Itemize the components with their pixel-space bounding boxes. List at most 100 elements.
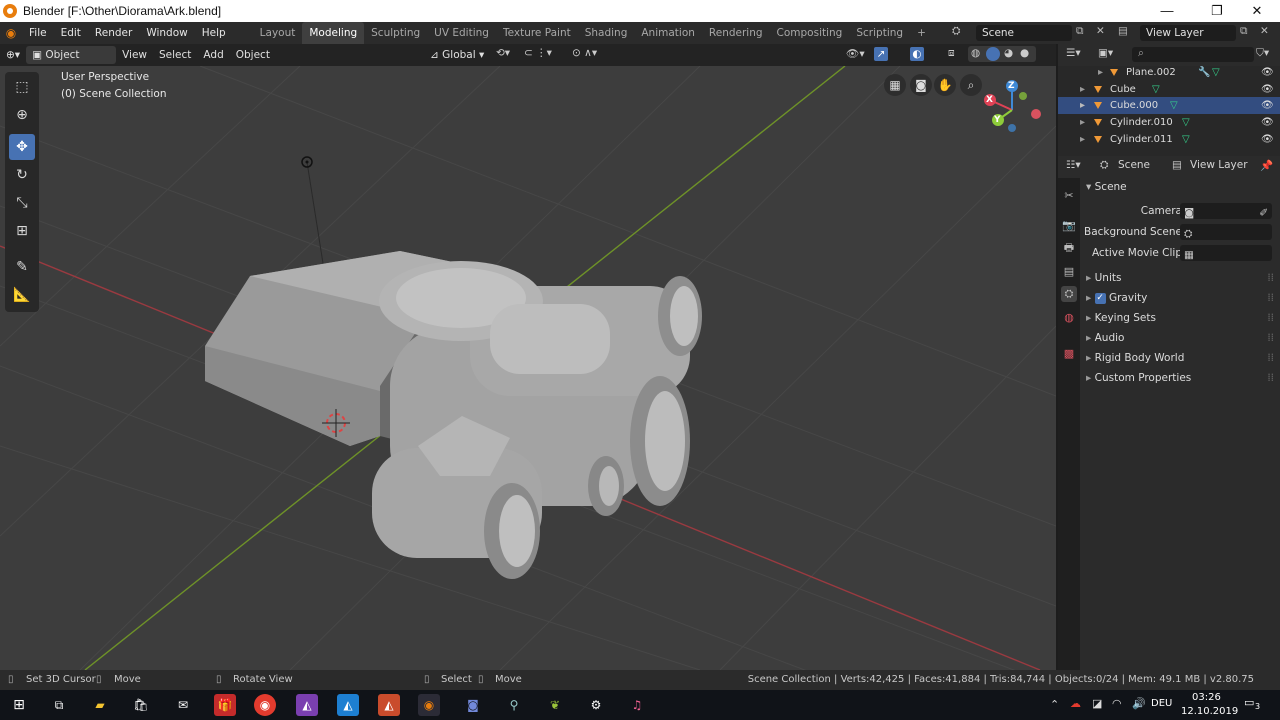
perspective-toggle-icon[interactable]: ▦ xyxy=(884,74,906,96)
volume-icon[interactable]: 🔊 xyxy=(1132,697,1146,710)
outliner-row-selected[interactable]: ▸ Cube.000 ▽ 👁 xyxy=(1058,97,1280,114)
tab-rendering[interactable]: Rendering xyxy=(702,22,770,44)
proportional-edit-icon[interactable]: ⊙ ∧▾ xyxy=(572,47,597,59)
tab-compositing[interactable]: Compositing xyxy=(770,22,850,44)
view-layer-selector[interactable]: View Layer xyxy=(1140,25,1236,41)
add-workspace-icon[interactable]: + xyxy=(910,22,933,44)
remove-view-layer-icon[interactable]: ✕ xyxy=(1260,25,1269,37)
task-view-icon[interactable]: ⧉ xyxy=(48,694,70,716)
gravity-panel[interactable]: ▸ ✓ Gravity ⁞⁞ xyxy=(1082,288,1278,308)
scene-props-icon[interactable]: ⛭ xyxy=(1061,286,1077,302)
file-explorer-icon[interactable]: ▰ xyxy=(89,694,111,716)
world-props-icon[interactable]: ◍ xyxy=(1061,310,1077,326)
visibility-icon[interactable]: 👁▾ xyxy=(846,47,865,60)
steam-icon[interactable]: ⚙ xyxy=(585,694,607,716)
camera-field[interactable]: ◙ ✐ xyxy=(1180,203,1272,219)
properties-editor-icon[interactable]: ☷▾ xyxy=(1066,159,1081,171)
tab-layout[interactable]: Layout xyxy=(253,22,303,44)
tab-texture-paint[interactable]: Texture Paint xyxy=(496,22,578,44)
view-layer-props-icon[interactable]: ▤ xyxy=(1061,264,1077,280)
gizmo-toggle-icon[interactable]: ↗ xyxy=(874,47,888,61)
eye-icon[interactable]: 👁 xyxy=(1261,131,1274,148)
blender-menu-icon[interactable]: ◉ xyxy=(0,26,22,40)
tab-modeling[interactable]: Modeling xyxy=(302,22,365,44)
input-language[interactable]: DEU xyxy=(1151,698,1172,709)
background-scene-field[interactable]: ⛭ xyxy=(1180,224,1272,240)
select-box-tool-icon[interactable]: ⬚ xyxy=(9,74,35,100)
remove-scene-icon[interactable]: ✕ xyxy=(1096,25,1105,37)
filter-icon[interactable]: ⛉▾ xyxy=(1256,47,1269,60)
audio-panel[interactable]: ▸ Audio ⁞⁞ xyxy=(1082,328,1278,348)
pin-icon[interactable]: 📌 xyxy=(1260,159,1273,172)
editor-type-icon[interactable]: ⊕▾ xyxy=(0,46,26,64)
tray-cloud-icon[interactable]: ☁ xyxy=(1070,697,1081,710)
new-view-layer-icon[interactable]: ⧉ xyxy=(1240,25,1248,38)
outliner-row[interactable]: ▸ Cylinder.010 ▽ 👁 xyxy=(1058,114,1280,131)
wireframe-shading-icon[interactable]: ◍ xyxy=(971,47,980,59)
properties-scene-label[interactable]: Scene xyxy=(1118,159,1150,171)
mode-dropdown[interactable]: ▣ Object Mode ▾ xyxy=(26,46,117,79)
leaf-app-icon[interactable]: ❦ xyxy=(544,694,566,716)
notification-center-icon[interactable]: ▭ xyxy=(1244,696,1254,709)
tab-uv-editing[interactable]: UV Editing xyxy=(427,22,496,44)
eye-icon[interactable]: 👁 xyxy=(1261,114,1274,131)
discord-icon[interactable]: ◙ xyxy=(462,694,484,716)
affinity-publisher-icon[interactable]: ◭ xyxy=(378,694,400,716)
eye-icon[interactable]: 👁 xyxy=(1261,97,1274,114)
scene-selector[interactable]: Scene xyxy=(976,25,1072,41)
tab-scripting[interactable]: Scripting xyxy=(849,22,910,44)
output-tab-icon[interactable]: 🖶 xyxy=(1061,240,1077,256)
tab-shading[interactable]: Shading xyxy=(578,22,635,44)
measure-tool-icon[interactable]: 📐 xyxy=(9,282,35,308)
tab-sculpting[interactable]: Sculpting xyxy=(364,22,427,44)
menu-window[interactable]: Window xyxy=(139,22,194,44)
outliner-search-input[interactable]: ⌕ xyxy=(1132,47,1254,62)
clock-date[interactable]: 12.10.2019 xyxy=(1181,706,1238,717)
outliner-row[interactable]: ▸ Cylinder.011 ▽ 👁 xyxy=(1058,131,1280,148)
gift-app-icon[interactable]: 🎁 xyxy=(214,694,236,716)
texture-props-icon[interactable]: ▩ xyxy=(1061,346,1077,362)
itunes-icon[interactable]: ♫ xyxy=(626,694,648,716)
material-shading-icon[interactable]: ◕ xyxy=(1004,47,1013,59)
tab-animation[interactable]: Animation xyxy=(634,22,702,44)
menu-object[interactable]: Object xyxy=(230,46,276,64)
solid-shading-icon[interactable] xyxy=(986,47,1000,61)
properties-view-layer-label[interactable]: View Layer xyxy=(1190,159,1248,171)
move-tool-icon[interactable]: ✥ xyxy=(9,134,35,160)
windows-start-icon[interactable]: ⊞ xyxy=(8,694,30,716)
rendered-shading-icon[interactable]: ● xyxy=(1020,47,1029,59)
keying-sets-panel[interactable]: ▸ Keying Sets ⁞⁞ xyxy=(1082,308,1278,328)
eyedropper-icon[interactable]: ✐ xyxy=(1259,203,1268,223)
xray-icon[interactable]: ⧈ xyxy=(948,47,955,60)
menu-file[interactable]: File xyxy=(22,22,54,44)
affinity-designer-icon[interactable]: ◭ xyxy=(337,694,359,716)
camera-view-icon[interactable]: ◙ xyxy=(910,74,932,96)
3d-viewport[interactable]: User Perspective (0) Scene Collection Z … xyxy=(0,66,1056,670)
menu-view[interactable]: View xyxy=(116,46,153,64)
pivot-icon[interactable]: ⟲▾ xyxy=(496,47,510,59)
menu-edit[interactable]: Edit xyxy=(54,22,88,44)
custom-properties-panel[interactable]: ▸ Custom Properties ⁞⁞ xyxy=(1082,368,1278,388)
outliner-row[interactable]: ▸ Plane.002 🔧 ▽ 👁 xyxy=(1058,64,1280,81)
zoom-icon[interactable]: ⌕ xyxy=(960,74,982,96)
minimize-button[interactable]: — xyxy=(1144,0,1190,22)
outliner-row[interactable]: ▸ Cube ▽ 👁 xyxy=(1058,81,1280,98)
movie-clip-field[interactable]: ▦ xyxy=(1180,245,1272,261)
chrome-icon[interactable]: ◉ xyxy=(254,694,276,716)
rotate-tool-icon[interactable]: ↻ xyxy=(9,162,35,188)
display-mode-icon[interactable]: ▣▾ xyxy=(1098,47,1113,59)
snap-icon[interactable]: ⊂ ⋮▾ xyxy=(524,47,552,59)
tray-app-icon[interactable]: ◪ xyxy=(1092,697,1102,710)
scale-tool-icon[interactable]: ⤡ xyxy=(9,190,35,216)
clock-time[interactable]: 03:26 xyxy=(1192,692,1221,703)
cursor-tool-icon[interactable]: ⊕ xyxy=(9,102,35,128)
transform-tool-icon[interactable]: ⊞ xyxy=(9,218,35,244)
outliner-editor-icon[interactable]: ☰▾ xyxy=(1066,47,1081,59)
render-tab-icon[interactable]: 📷 xyxy=(1061,218,1077,234)
annotate-tool-icon[interactable]: ✎ xyxy=(9,254,35,280)
gravity-checkbox[interactable]: ✓ xyxy=(1094,292,1106,304)
blender-taskbar-icon[interactable]: ◉ xyxy=(418,694,440,716)
rigid-body-panel[interactable]: ▸ Rigid Body World ⁞⁞ xyxy=(1082,348,1278,368)
scene-panel-header[interactable]: ▾ Scene xyxy=(1082,177,1278,197)
transform-orientation-dropdown[interactable]: ⊿ Global ▾ xyxy=(424,46,490,64)
